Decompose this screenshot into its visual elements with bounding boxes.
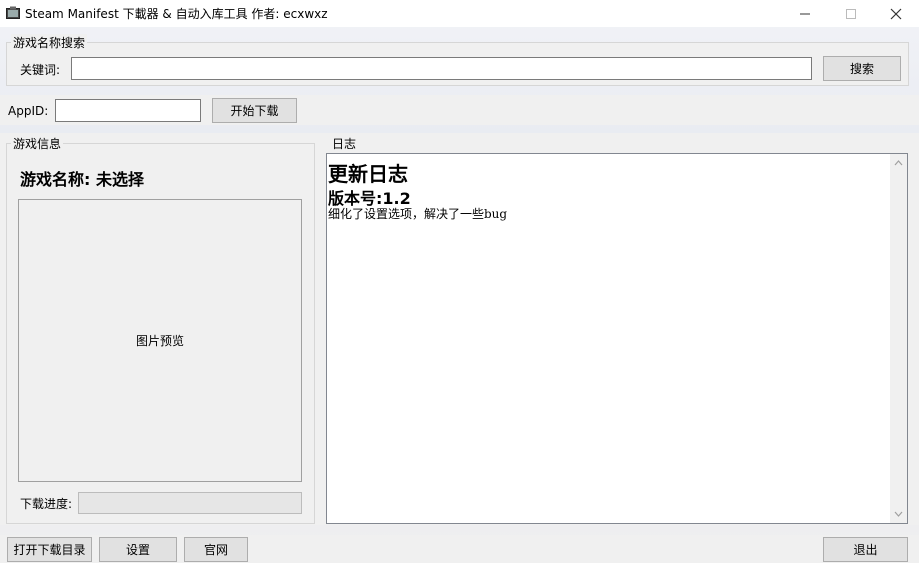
- keyword-label: 关键词:: [20, 63, 61, 77]
- game-info-title: 游戏信息: [11, 135, 64, 152]
- keyword-input[interactable]: [71, 57, 812, 80]
- scroll-up-icon: [894, 160, 903, 166]
- progress-label: 下载进度:: [20, 497, 73, 511]
- window-title: Steam Manifest 下載器 & 自动入库工具 作者: ecxwxz: [25, 7, 328, 21]
- settings-button[interactable]: 设置: [99, 537, 177, 562]
- game-name: 游戏名称: 未选择: [20, 170, 144, 189]
- log-scrollbar[interactable]: [890, 154, 907, 523]
- log-heading: 更新日志: [328, 162, 408, 186]
- image-preview: 图片预览: [18, 199, 302, 482]
- close-icon: [890, 8, 902, 19]
- minimize-button[interactable]: [782, 0, 828, 27]
- download-progress-bar: [78, 492, 302, 514]
- search-group-title: 游戏名称搜索: [11, 34, 88, 51]
- maximize-icon: [846, 8, 856, 19]
- search-button[interactable]: 搜索: [823, 56, 901, 81]
- appid-label: AppID:: [8, 104, 49, 118]
- open-download-dir-button[interactable]: 打开下载目录: [7, 537, 92, 562]
- exit-button[interactable]: 退出: [823, 537, 908, 562]
- scroll-down-icon: [894, 511, 903, 517]
- app-icon: [6, 6, 20, 20]
- maximize-button[interactable]: [828, 0, 874, 27]
- close-button[interactable]: [873, 0, 919, 27]
- start-download-button[interactable]: 开始下载: [212, 98, 297, 123]
- log-textarea[interactable]: 更新日志 版本号:1.2 细化了设置选项，解决了一些bug: [326, 153, 908, 524]
- log-title: 日志: [330, 135, 359, 152]
- minimize-icon: [800, 13, 810, 14]
- log-entry: 细化了设置选项，解决了一些bug: [328, 207, 508, 221]
- appid-input[interactable]: [55, 99, 201, 122]
- image-preview-label: 图片预览: [135, 334, 184, 348]
- website-button[interactable]: 官网: [184, 537, 248, 562]
